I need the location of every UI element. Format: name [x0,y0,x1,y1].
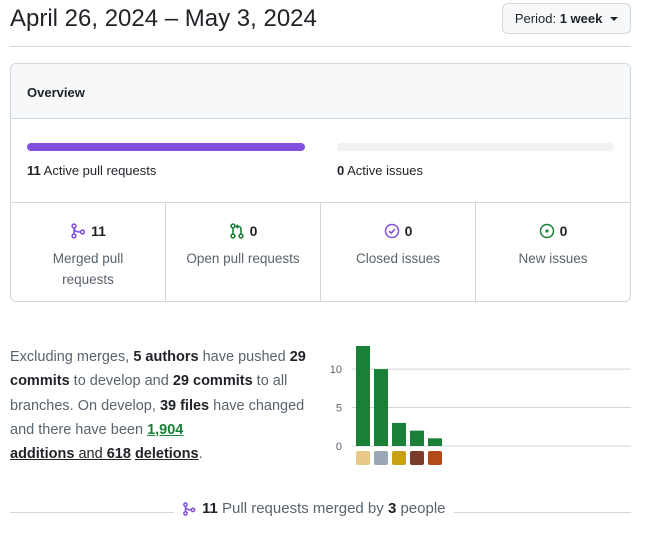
active-pull-requests-bar-fill [27,143,305,151]
merged-text: Pull requests merged by [222,500,384,517]
stat-new-issues[interactable]: 0 New issues [476,203,630,301]
summary-text: have pushed [198,349,290,365]
contributor-bar[interactable] [356,346,370,446]
active-issues-label: Active issues [347,163,424,178]
active-issues-bar [337,143,614,151]
deletions-count-link[interactable]: 618 [107,446,131,462]
overview-heading: Overview [11,64,630,119]
stat-merged-pull-requests[interactable]: 11 Merged pull requests [11,203,166,301]
issue-closed-icon [384,223,399,239]
authors-count: 5 authors [133,349,199,365]
files-changed-count: 39 files [159,397,210,414]
overview-panel: Overview 11 Active pull requests 0 Activ… [10,63,631,302]
additions-count-link[interactable]: 1,904 [147,422,183,438]
contributor-avatar[interactable] [392,451,406,465]
closed-issues-label: Closed issues [355,251,441,266]
all-commits-count: 29 commits [172,373,253,390]
active-issues-link[interactable]: 0 Active issues [337,163,423,178]
period-label: Period: [514,11,557,26]
closed-issues-count: 0 [404,223,413,239]
date-range-title: April 26, 2024 – May 3, 2024 [10,5,317,32]
contributor-bar[interactable] [374,369,388,446]
y-tick-label: 5 [336,403,342,415]
open-pull-requests-count: 0 [249,223,258,239]
contributors-bar-chart: 0 5 10 [330,346,631,465]
summary-text: Excluding merges, [10,349,134,365]
deletions-label: deletions [134,446,199,463]
active-pull-requests-link[interactable]: 11 Active pull requests [27,163,156,178]
contributor-bar[interactable] [428,438,442,446]
caret-down-icon [610,16,618,21]
additions-label: additions [10,446,75,463]
merged-count: 11 [202,500,218,517]
merged-pull-requests-count: 11 [91,223,106,239]
contributor-bar[interactable] [410,430,424,446]
git-pull-request-icon [229,223,244,239]
y-tick-label: 0 [336,441,342,453]
summary-text: and [74,446,107,463]
contributor-avatar[interactable] [374,451,388,465]
active-pull-requests-label: Active pull requests [43,163,157,178]
stat-closed-issues[interactable]: 0 Closed issues [321,203,476,301]
stat-open-pull-requests[interactable]: 0 Open pull requests [166,203,321,301]
active-pull-requests-bar [27,143,305,151]
new-issues-count: 0 [559,223,568,239]
active-issues-count: 0 [337,163,345,178]
overview-stats: 11 Merged pull requests 0 Open pull requ… [11,203,630,301]
commit-summary: Excluding merges, 5 authors have pushed … [10,345,315,466]
git-merge-icon [183,501,196,516]
overview-activity-bars: 11 Active pull requests 0 Active issues [11,119,630,203]
contributor-avatar[interactable] [410,451,424,465]
summary-text: to develop and [69,373,173,390]
new-issues-label: New issues [518,251,588,266]
people-count: 3 [387,500,397,517]
period-value: 1 week [559,11,603,26]
git-merge-icon [71,223,86,239]
open-pull-requests-label: Open pull requests [186,251,300,266]
period-dropdown-button[interactable]: Period: 1 week [501,3,631,34]
issue-opened-icon [539,223,554,239]
contributor-avatar[interactable] [356,451,370,465]
summary-text: . [198,446,203,463]
header: April 26, 2024 – May 3, 2024 Period: 1 w… [10,0,631,47]
people-text: people [400,500,446,517]
y-tick-label: 10 [330,364,342,376]
contributor-bar[interactable] [392,422,406,446]
active-pull-requests-count: 11 [27,163,41,178]
merged-pull-requests-label: Merged pull requests [52,251,124,287]
merged-pull-requests-summary: 11 Pull requests merged by 3 people [174,500,454,517]
contributor-avatar[interactable] [428,451,442,465]
